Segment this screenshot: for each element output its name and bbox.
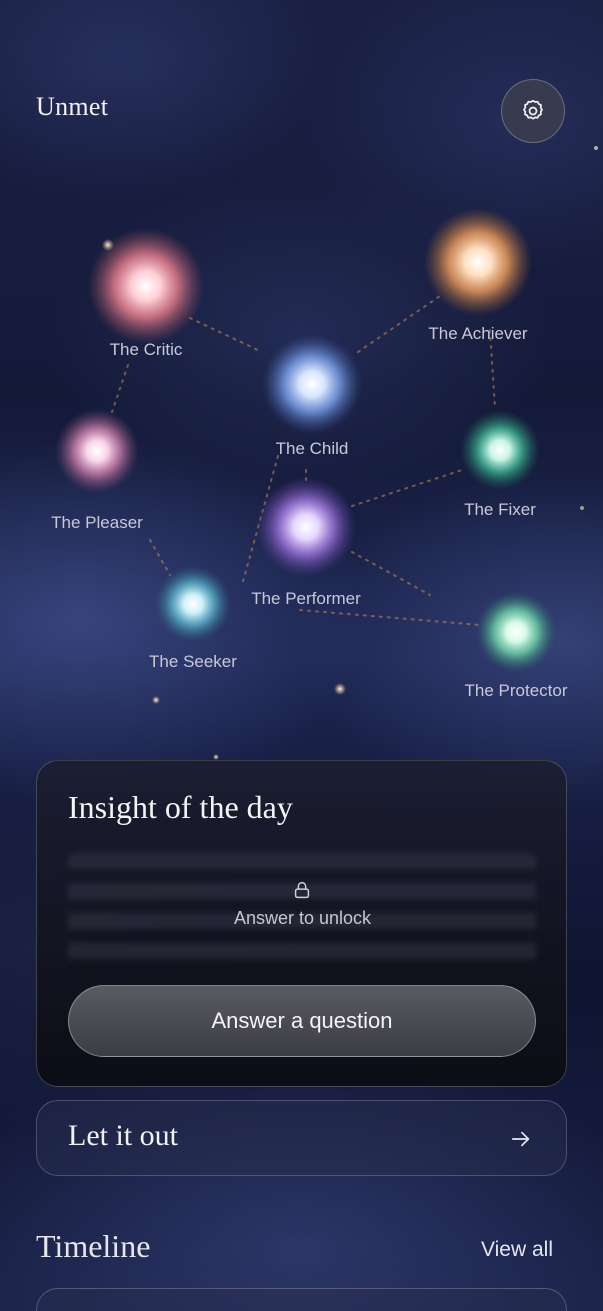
star-label-seeker: The Seeker (149, 652, 237, 671)
star-label-fixer: The Fixer (464, 500, 536, 519)
unlock-text: Answer to unlock (233, 908, 372, 928)
star-label-achiever: The Achiever (428, 324, 528, 343)
arrow-right-icon (511, 1131, 530, 1147)
timeline-card[interactable] (36, 1288, 567, 1311)
star-label-child: The Child (276, 439, 349, 458)
answer-question-button[interactable]: Answer a question (68, 985, 536, 1057)
star-fixer[interactable]: The Fixer (460, 410, 540, 519)
star-pleaser[interactable]: The Pleaser (51, 409, 143, 532)
star-label-performer: The Performer (251, 589, 361, 608)
constellation-map: The Critic The Achiever The Child The Pl… (51, 146, 598, 760)
timeline-title: Timeline (36, 1228, 151, 1264)
insight-title: Insight of the day (68, 789, 293, 825)
insight-card: Insight of the day Answer to unlock Answ… (36, 760, 567, 1087)
home-screen: Unmet The Critic The Achiever The Child … (0, 0, 603, 1311)
star-achiever[interactable]: The Achiever (424, 208, 532, 343)
lock-icon (294, 881, 310, 899)
star-label-pleaser: The Pleaser (51, 513, 143, 532)
star-seeker[interactable]: The Seeker (149, 566, 237, 671)
let-it-out-card[interactable]: Let it out (36, 1100, 567, 1176)
view-all-link[interactable]: View all (481, 1238, 553, 1262)
star-performer[interactable]: The Performer (251, 477, 361, 608)
star-critic[interactable]: The Critic (88, 228, 204, 359)
star-label-critic: The Critic (110, 340, 183, 359)
star-label-protector: The Protector (465, 681, 568, 700)
star-protector[interactable]: The Protector (465, 592, 568, 700)
star-child[interactable]: The Child (262, 334, 362, 458)
let-it-out-label: Let it out (68, 1119, 178, 1152)
